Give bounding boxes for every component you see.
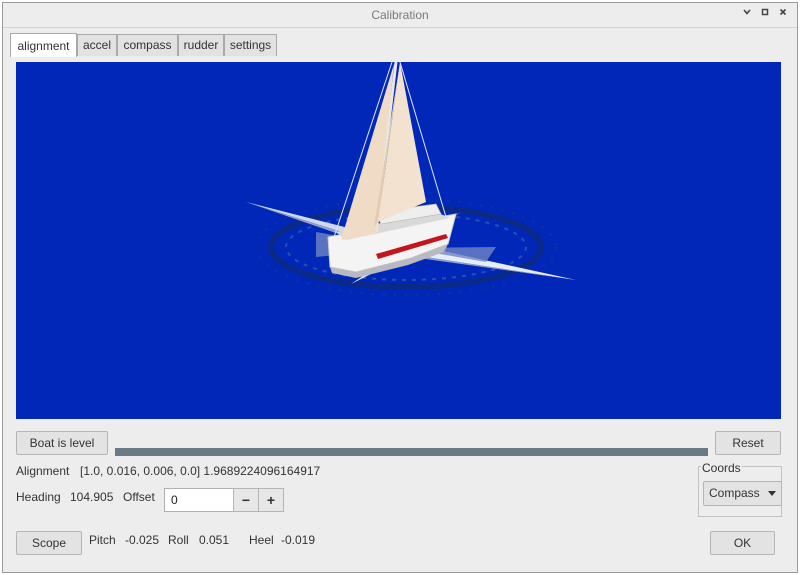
boat-3d-view[interactable]	[16, 62, 781, 419]
title-bar[interactable]: Calibration	[3, 3, 797, 28]
offset-label: Offset	[123, 490, 155, 504]
heading-label: Heading	[16, 490, 61, 504]
scope-button[interactable]: Scope	[16, 531, 82, 555]
maximize-icon[interactable]	[757, 7, 773, 23]
tab-compass[interactable]: compass	[117, 34, 178, 56]
offset-field[interactable]	[164, 488, 234, 512]
alignment-value: [1.0, 0.016, 0.006, 0.0] 1.9689224096164…	[80, 464, 321, 478]
roll-label: Roll	[168, 533, 189, 547]
tab-accel[interactable]: accel	[77, 34, 117, 56]
coords-label: Coords	[701, 461, 742, 475]
tab-rudder[interactable]: rudder	[178, 34, 224, 56]
coords-dropdown[interactable]: Compass	[703, 481, 782, 506]
reset-button[interactable]: Reset	[715, 431, 781, 455]
offset-increment-button[interactable]: +	[258, 488, 284, 512]
alignment-label: Alignment	[16, 464, 70, 478]
boat-is-level-button[interactable]: Boat is level	[16, 431, 108, 455]
chevron-down-icon[interactable]	[739, 7, 755, 23]
roll-value: 0.051	[199, 533, 230, 547]
level-progress-fill	[115, 448, 708, 456]
close-icon[interactable]	[775, 7, 791, 23]
window-title: Calibration	[371, 8, 429, 22]
offset-decrement-button[interactable]: −	[233, 488, 259, 512]
ok-button[interactable]: OK	[710, 531, 775, 555]
caret-down-icon	[768, 482, 777, 505]
pitch-label: Pitch	[89, 533, 116, 547]
boat-scene	[246, 62, 576, 296]
heading-value: 104.905	[70, 490, 114, 504]
level-progress-bar	[115, 448, 708, 456]
heel-label: Heel	[249, 533, 274, 547]
heel-value: -0.019	[281, 533, 316, 547]
pitch-value: -0.025	[125, 533, 160, 547]
tab-alignment[interactable]: alignment	[10, 33, 77, 57]
tab-settings[interactable]: settings	[224, 34, 277, 56]
coords-selected-value: Compass	[708, 486, 760, 500]
